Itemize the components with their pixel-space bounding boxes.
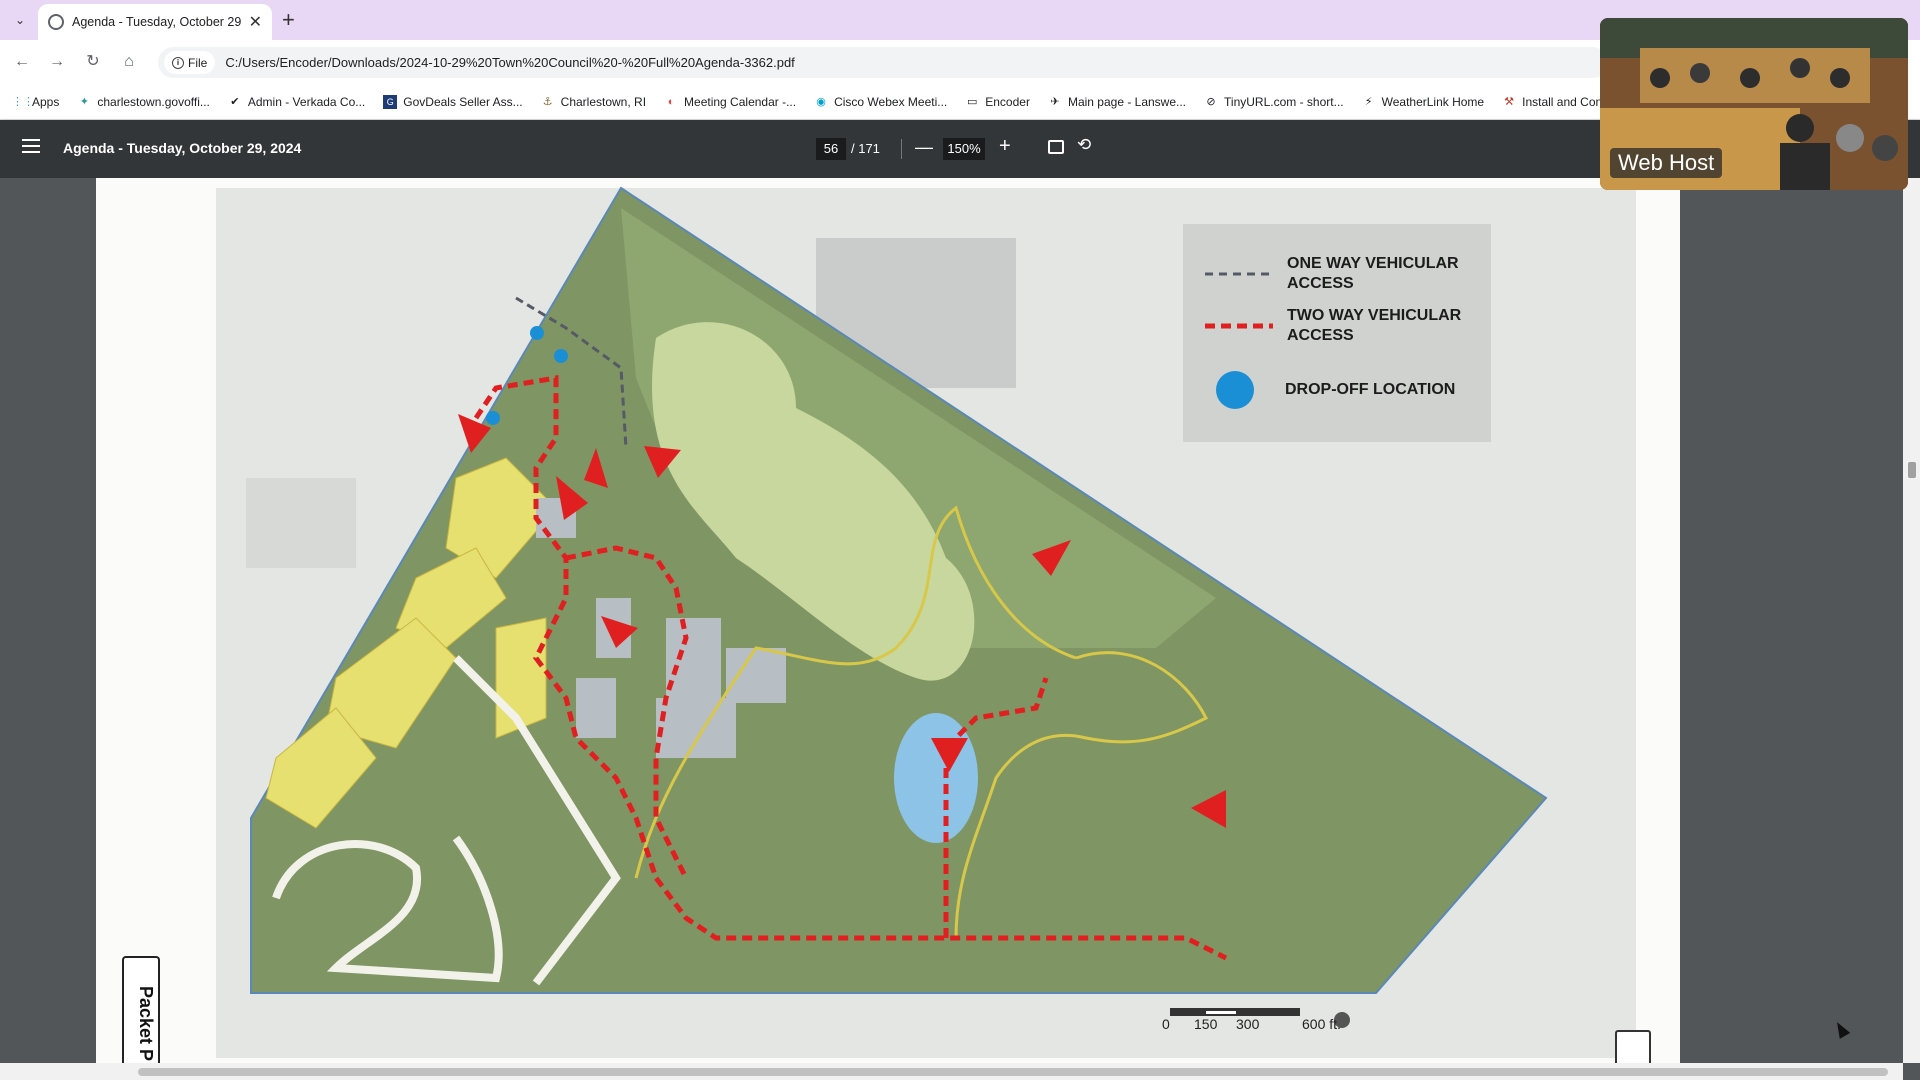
drop-off-marker: [530, 326, 544, 340]
pond: [894, 713, 978, 843]
tinyurl-icon: ⊘: [1206, 95, 1216, 108]
new-tab-button[interactable]: +: [282, 8, 295, 32]
active-tab[interactable]: Agenda - Tuesday, October 29 ✕: [38, 4, 272, 40]
bookmark-govdeals[interactable]: G GovDeals Seller Ass...: [383, 94, 523, 109]
toolbar-divider: [901, 139, 902, 159]
town-icon: ⚓: [542, 95, 553, 108]
address-bar[interactable]: i File C:/Users/Encoder/Downloads/2024-1…: [158, 47, 1608, 78]
parking-lot: [656, 698, 736, 758]
legend-one-way-line2: ACCESS: [1287, 275, 1354, 292]
bookmark-label: WeatherLink Home: [1381, 94, 1485, 109]
scale-label: 300: [1236, 1016, 1260, 1032]
bookmark-meeting-calendar[interactable]: ◐ Meeting Calendar -...: [664, 95, 796, 109]
legend-drop-off-label: DROP-OFF LOCATION: [1285, 381, 1456, 398]
bookmark-label: TinyURL.com - short...: [1224, 94, 1344, 109]
video-overlay[interactable]: Web Host: [1600, 18, 1908, 190]
verkada-icon: ✔: [230, 95, 240, 108]
one-way-line-icon: [1205, 272, 1273, 276]
two-way-line-icon: [1205, 323, 1273, 329]
bookmark-tinyurl[interactable]: ⊘ TinyURL.com - short...: [1204, 94, 1344, 109]
packet-page-tab: Packet P: [122, 956, 160, 1063]
vertical-scroll-thumb[interactable]: [1908, 462, 1916, 478]
legend-two-way: TWO WAY VEHICULAR ACCESS: [1205, 306, 1461, 346]
webex-icon: ◉: [816, 95, 826, 108]
bookmark-install[interactable]: ⚒ Install and Con: [1502, 95, 1602, 109]
fit-to-page-icon[interactable]: [1048, 140, 1064, 154]
home-icon[interactable]: ⌂: [117, 50, 141, 74]
vertical-scrollbar[interactable]: [1903, 178, 1920, 1063]
drop-off-marker: [554, 349, 568, 363]
bookmark-encoder[interactable]: ▭ Encoder: [965, 95, 1030, 109]
scale-bar-segment: [1206, 1011, 1236, 1014]
govdeals-icon: G: [383, 94, 398, 109]
horizontal-scroll-thumb[interactable]: [138, 1068, 1888, 1076]
folder-icon: ▭: [967, 95, 978, 108]
bookmark-apps[interactable]: ⋮⋮ Apps: [12, 95, 59, 109]
bookmark-verkada[interactable]: ✔ Admin - Verkada Co...: [228, 95, 365, 109]
info-icon: i: [172, 56, 184, 69]
aerial-lot: [246, 478, 356, 568]
document-title: Agenda - Tuesday, October 29, 2024: [63, 140, 302, 156]
legend-two-way-line1: TWO WAY VEHICULAR: [1287, 307, 1462, 324]
bookmark-webex[interactable]: ◉ Cisco Webex Meeti...: [814, 95, 947, 109]
weatherlink-icon: ⚡: [1364, 95, 1373, 108]
packet-tab-label: Packet P: [136, 986, 156, 1062]
url-text[interactable]: C:/Users/Encoder/Downloads/2024-10-29%20…: [225, 55, 794, 70]
legend-two-way-line2: ACCESS: [1287, 327, 1354, 344]
bookmark-govoffice[interactable]: ✦ charlestown.govoffi...: [77, 95, 210, 109]
calendar-icon: ◐: [667, 95, 675, 108]
site-info-chip[interactable]: i File: [164, 51, 216, 74]
bookmark-label: GovDeals Seller Ass...: [403, 94, 523, 109]
tab-title: Agenda - Tuesday, October 29: [72, 15, 241, 29]
tab-favicon-icon: [48, 14, 64, 30]
page-total: / 171: [851, 141, 880, 156]
bookmark-weatherlink[interactable]: ⚡ WeatherLink Home: [1362, 94, 1485, 109]
bookmark-label: charlestown.govoffi...: [97, 94, 210, 109]
page-number-input[interactable]: 56: [816, 138, 846, 160]
bookmark-label: Install and Con: [1522, 94, 1603, 109]
page-corner-box: [1615, 1030, 1651, 1063]
lansweeper-icon: ✈: [1050, 95, 1060, 108]
bookmark-label: Meeting Calendar -...: [684, 94, 797, 109]
map-legend: ONE WAY VEHICULAR ACCESS TWO WAY VEHICULA…: [1183, 224, 1491, 442]
site-chip-label: File: [188, 55, 208, 70]
forward-arrow-icon[interactable]: →: [45, 50, 69, 74]
back-arrow-icon[interactable]: ←: [10, 50, 34, 74]
bookmark-label: Charlestown, RI: [560, 94, 647, 109]
bookmark-label: Cisco Webex Meeti...: [834, 94, 948, 109]
parking-lot: [726, 648, 786, 703]
zoom-level-input[interactable]: 150%: [943, 138, 985, 160]
pdf-viewer: ONE WAY VEHICULAR ACCESS TWO WAY VEHICULA…: [0, 178, 1920, 1063]
tab-close-icon[interactable]: ✕: [249, 12, 262, 32]
drop-off-marker: [486, 411, 500, 425]
scale-label: 600 ft.: [1302, 1016, 1341, 1032]
rotate-icon[interactable]: ⟲: [1077, 135, 1091, 155]
bookmark-label: Admin - Verkada Co...: [247, 94, 366, 109]
parking-lot: [576, 678, 616, 738]
drop-off-dot-icon: [1216, 371, 1254, 409]
parking-lot: [666, 618, 721, 708]
scale-label: 0: [1162, 1016, 1170, 1032]
zoom-in-icon[interactable]: +: [999, 135, 1011, 158]
menu-icon[interactable]: [22, 139, 40, 153]
legend-one-way: ONE WAY VEHICULAR ACCESS: [1205, 254, 1459, 294]
pdf-page: ONE WAY VEHICULAR ACCESS TWO WAY VEHICULA…: [96, 178, 1680, 1063]
reload-icon[interactable]: ↻: [81, 50, 105, 74]
govoffice-icon: ✦: [79, 95, 89, 108]
bookmark-lansweeper[interactable]: ✈ Main page - Lanswe...: [1048, 95, 1186, 109]
legend-one-way-line1: ONE WAY VEHICULAR: [1287, 255, 1459, 272]
bookmark-label: Encoder: [985, 94, 1030, 109]
zoom-out-icon[interactable]: —: [915, 137, 933, 158]
scale-label: 150: [1194, 1016, 1218, 1032]
tab-search-chevron-icon[interactable]: ⌄: [10, 10, 30, 30]
bookmark-charlestown[interactable]: ⚓ Charlestown, RI: [541, 95, 646, 109]
bookmark-label: Main page - Lanswe...: [1067, 94, 1187, 109]
bookmark-label: Apps: [32, 94, 60, 109]
legend-drop-off: DROP-OFF LOCATION: [1215, 370, 1455, 410]
video-participant-label: Web Host: [1610, 148, 1723, 178]
horizontal-scrollbar[interactable]: [0, 1063, 1903, 1080]
install-icon: ⚒: [1504, 95, 1515, 108]
apps-grid-icon: ⋮⋮: [12, 95, 34, 108]
